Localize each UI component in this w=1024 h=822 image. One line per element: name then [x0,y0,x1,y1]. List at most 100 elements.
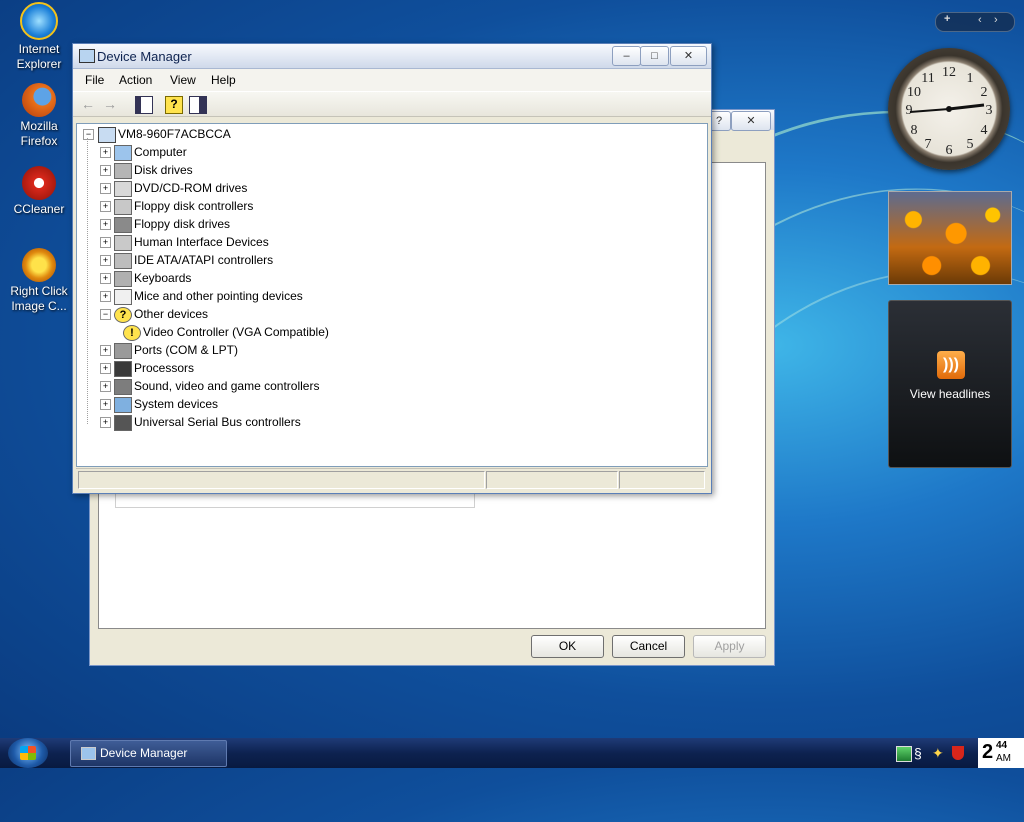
floppy-controller-icon [114,199,132,215]
clock-number: 5 [967,137,974,152]
expand-icon[interactable]: + [100,381,111,392]
expand-icon[interactable]: + [100,165,111,176]
forward-arrow-icon[interactable]: → [103,96,119,112]
port-icon [114,343,132,359]
expand-icon[interactable]: + [100,417,111,428]
expand-icon[interactable]: + [100,255,111,266]
tree-item-label: Floppy disk drives [134,217,231,231]
usb-icon [114,415,132,431]
expand-icon[interactable]: + [100,237,111,248]
clock-ampm: AM [996,753,1011,764]
clock-number: 6 [946,143,953,158]
sidebar-add-button[interactable]: + [944,13,950,25]
tree-item-label: Computer [134,145,187,159]
maximize-button[interactable]: □ [640,46,669,66]
tree-item-label: Human Interface Devices [134,235,269,249]
status-bar [76,468,706,489]
clock-number: 7 [925,137,932,152]
tree-item-label: Ports (COM & LPT) [134,343,239,357]
device-tree: − VM8-960F7ACBCCA + Computer + Disk drives +… [76,123,708,467]
expand-icon[interactable]: + [100,219,111,230]
sound-icon [114,379,132,395]
system-device-icon [114,397,132,413]
expand-icon[interactable]: + [100,273,111,284]
desktop-icon-label: Firefox [20,134,58,148]
tree-item-label: Video Controller (VGA Compatible) [143,325,329,339]
menu-view[interactable]: View [170,73,196,87]
desktop-icon-firefox[interactable]: Mozilla Firefox [2,83,76,149]
apply-button[interactable]: Apply [693,635,766,658]
clock-number: 3 [986,103,993,118]
sidebar-next-icon[interactable]: › [994,14,998,26]
device-manager-window: Device Manager – □ ✕ File Action View He… [72,43,712,494]
sidebar-controls: + ‹ › [935,12,1015,32]
expand-icon[interactable]: + [100,363,111,374]
clock-number: 2 [981,85,988,100]
expand-icon[interactable]: + [100,399,111,410]
desktop-icon-right-click-image[interactable]: Right Click Image C... [2,248,76,314]
clock-number: 4 [981,123,988,138]
menu-help[interactable]: Help [211,73,236,87]
slideshow-gadget[interactable] [888,191,1012,285]
desktop-icon-label: Internet [18,42,60,56]
tree-item-label: IDE ATA/ATAPI controllers [134,253,274,267]
wand-icon[interactable]: ✦ [932,745,944,762]
tree-item-label: Keyboards [134,271,192,285]
close-button[interactable]: ✕ [670,46,707,66]
menu-file[interactable]: File [85,73,104,87]
tree-root-label: VM8-960F7ACBCCA [118,127,231,141]
tree-item-label: Mice and other pointing devices [134,289,303,303]
right-click-image-icon [22,248,56,282]
expand-icon[interactable]: + [100,147,111,158]
expand-icon[interactable]: + [100,201,111,212]
expand-icon[interactable]: + [100,291,111,302]
taskbar-clock[interactable]: 2 44 AM [978,738,1024,768]
collapse-icon[interactable]: − [83,129,94,140]
tray-app-icon[interactable]: § [914,745,922,761]
status-pane [486,471,618,489]
window-title: Device Manager [97,49,192,64]
title-bar[interactable]: Device Manager – □ ✕ [73,44,711,69]
computer-icon [98,127,116,143]
show-hide-tree-icon[interactable] [135,96,153,114]
network-icon[interactable] [896,746,912,762]
cancel-button[interactable]: Cancel [612,635,685,658]
internet-explorer-icon [20,2,58,40]
back-arrow-icon[interactable]: ← [81,96,97,112]
start-button[interactable] [8,738,48,768]
feed-label: View headlines [909,387,991,401]
minimize-button[interactable]: – [612,46,641,66]
notification-area: § ✦ [894,742,974,764]
tree-item-label: Sound, video and game controllers [134,379,320,393]
taskbar-device-manager-button[interactable]: Device Manager [70,740,227,767]
clock-number: 1 [967,71,974,86]
warning-device-icon: ! [123,325,141,341]
close-button[interactable]: ✕ [731,111,771,131]
desktop-icon-internet-explorer[interactable]: Internet Explorer [2,2,76,72]
collapse-icon[interactable]: − [100,309,111,320]
expand-icon[interactable]: + [100,183,111,194]
security-shield-icon[interactable] [952,746,964,760]
sidebar-prev-icon[interactable]: ‹ [978,14,982,26]
expand-icon[interactable]: + [100,345,111,356]
status-pane [619,471,705,489]
rss-icon: ))) [937,351,965,379]
desktop-icon-ccleaner[interactable]: CCleaner [2,166,76,217]
tree-guide-line [87,138,88,424]
toolbar: ← → ? [73,91,711,117]
tree-item-label: DVD/CD-ROM drives [134,181,248,195]
ok-button[interactable]: OK [531,635,604,658]
clock-number: 10 [907,85,921,100]
device-manager-task-icon [81,747,96,760]
taskbar: Device Manager § ✦ 2 44 AM [0,738,1024,768]
feed-headlines-gadget[interactable]: ))) View headlines [888,300,1012,468]
menu-action[interactable]: Action [119,73,152,87]
properties-pane-icon[interactable] [189,96,207,114]
analog-clock-gadget[interactable]: 12 1 2 3 4 5 6 7 8 9 10 11 [888,48,1010,170]
windows-logo-icon [20,746,36,760]
help-icon[interactable]: ? [165,96,183,114]
mouse-icon [114,289,132,305]
clock-face-icon: 12 1 2 3 4 5 6 7 8 9 10 11 [906,65,993,158]
desktop-icon-label: Image C... [11,299,67,313]
clock-minutes: 44 [996,740,1008,751]
